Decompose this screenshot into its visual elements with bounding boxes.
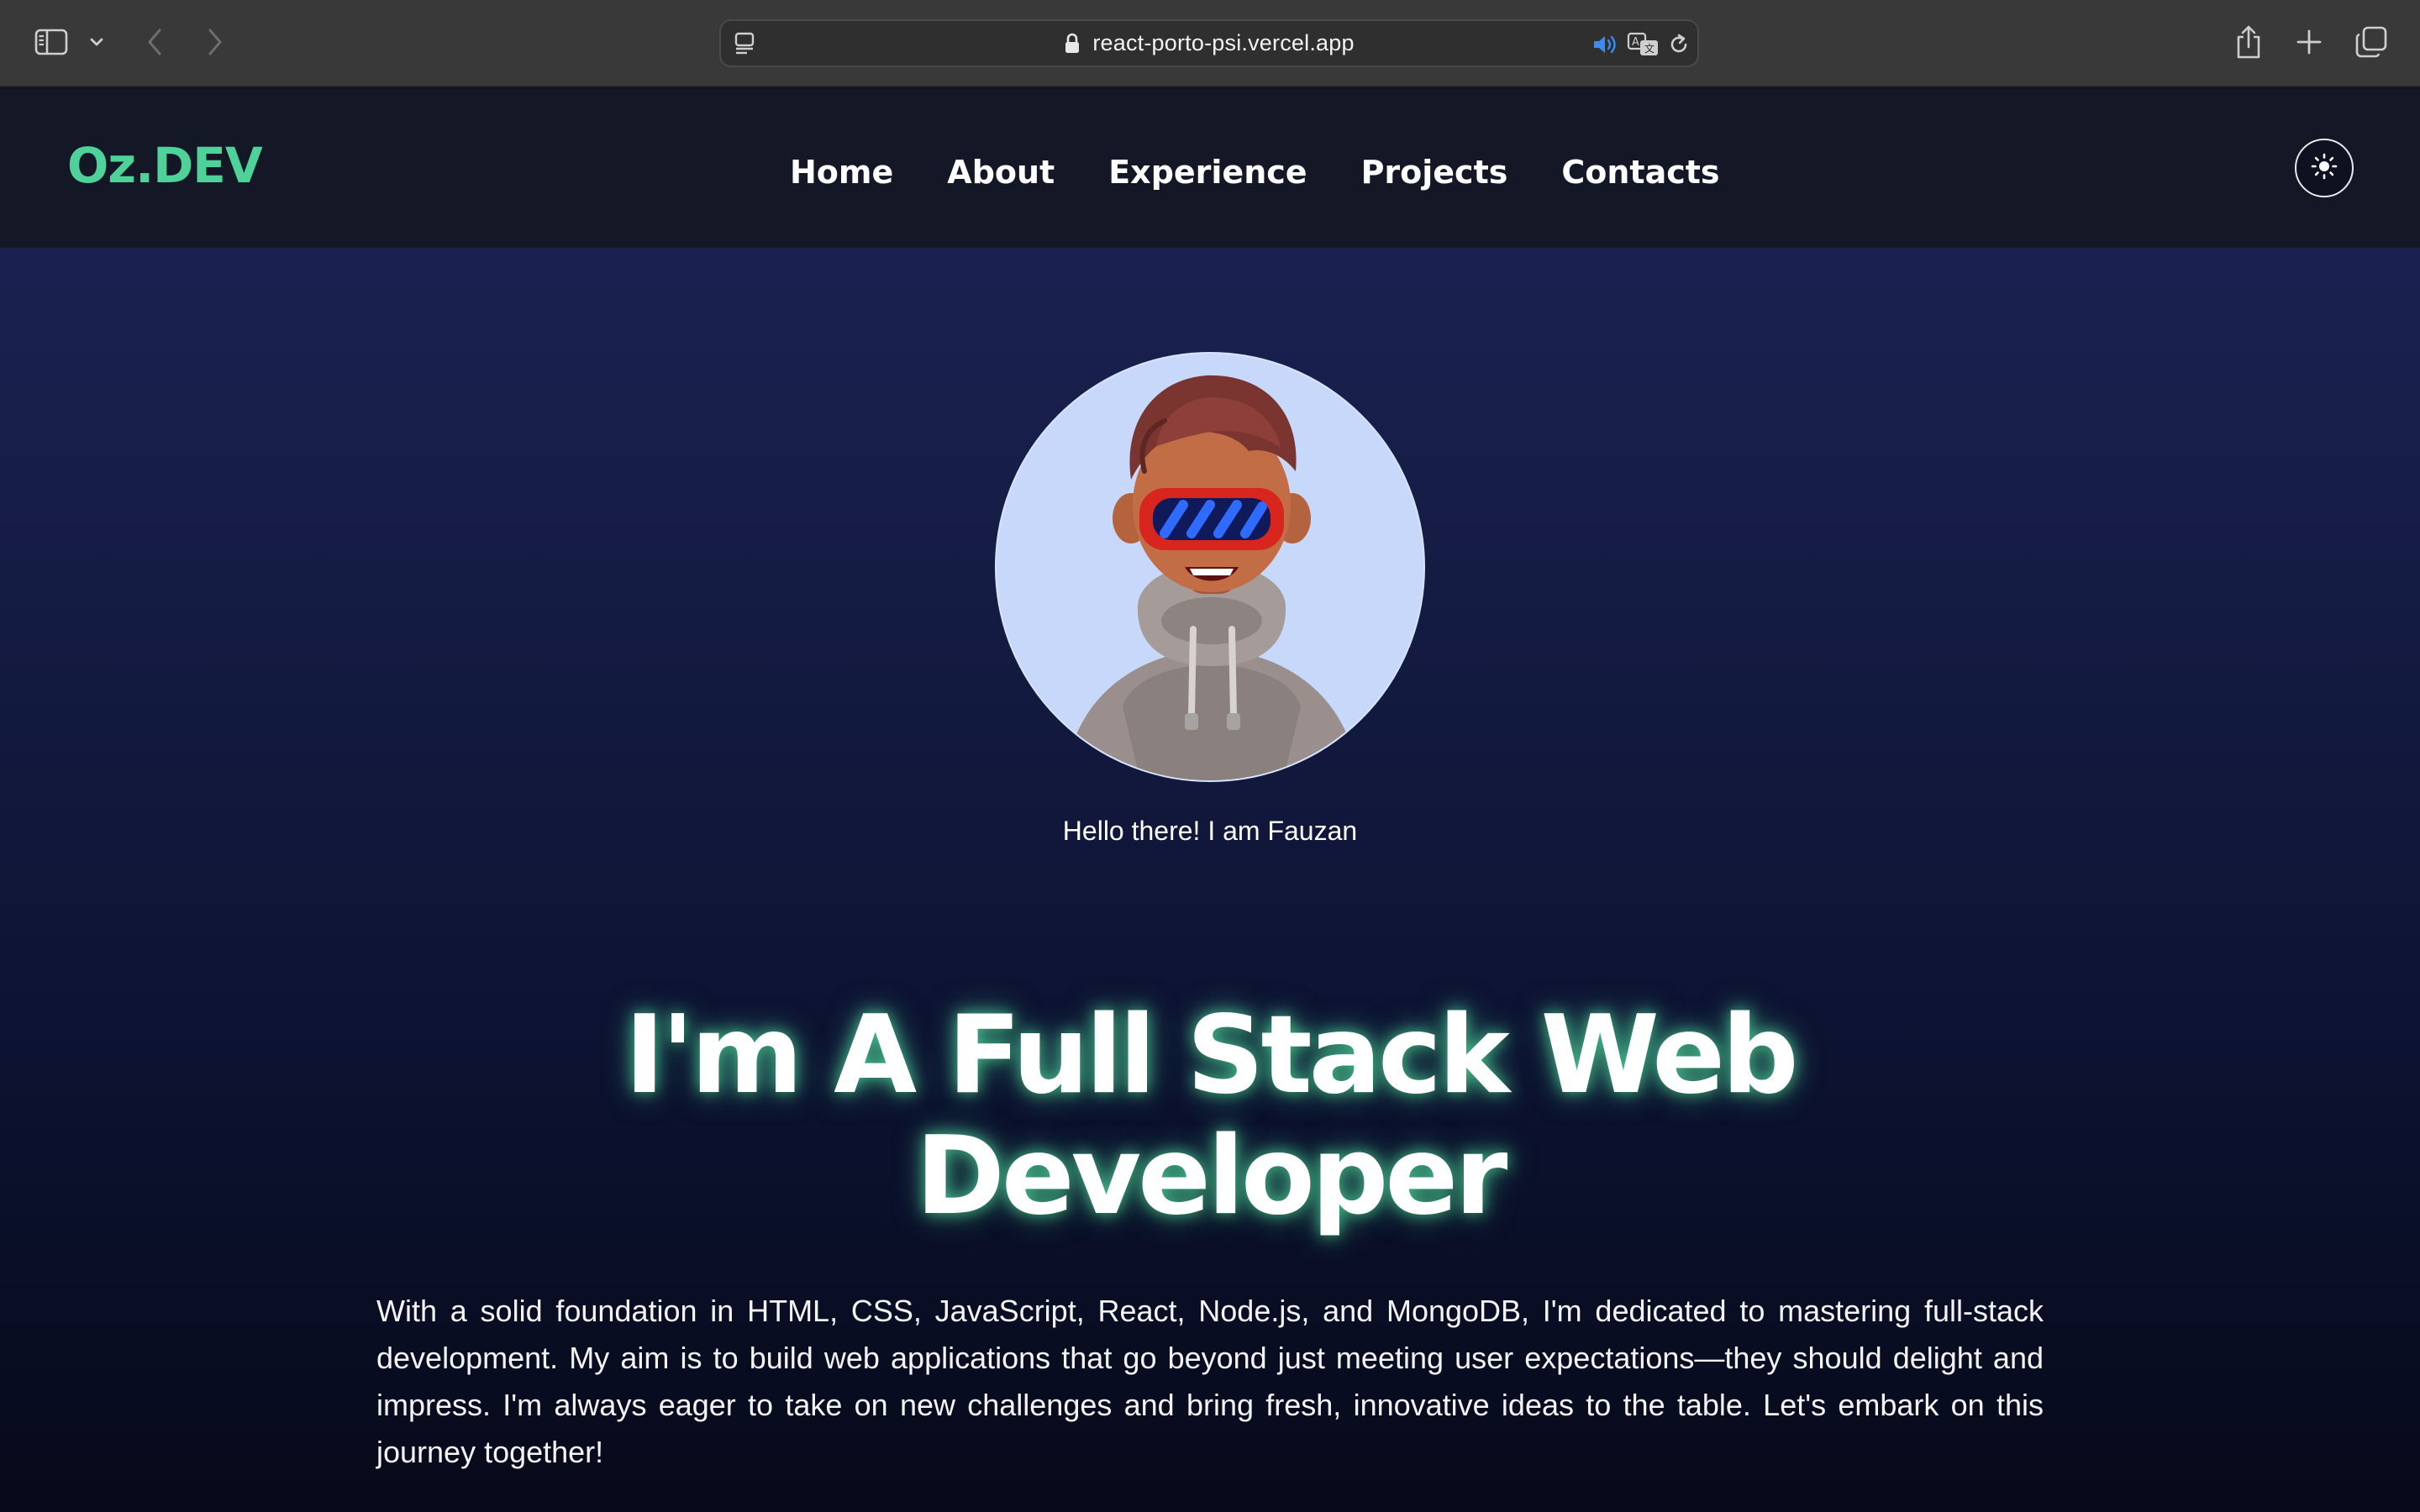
- svg-text:A: A: [1632, 36, 1639, 49]
- greeting-text: Hello there! I am Fauzan: [1062, 816, 1358, 846]
- nav-link-home[interactable]: Home: [790, 154, 893, 191]
- tabs-icon[interactable]: [2353, 24, 2390, 60]
- reload-icon[interactable]: [1667, 31, 1692, 58]
- address-bar[interactable]: react-porto-psi.vercel.app A 文: [719, 19, 1699, 67]
- nav-links: Home About Experience Projects Contacts: [790, 147, 1720, 197]
- site-navbar: Oz.DEV Home About Experience Projects Co…: [0, 88, 2420, 248]
- theme-toggle-button[interactable]: [2295, 139, 2354, 197]
- svg-text:文: 文: [1644, 42, 1655, 55]
- hero-section: Hello there! I am Fauzan I'm A Full Stac…: [0, 248, 2420, 1512]
- headline-line-2: Developer: [915, 1114, 1508, 1239]
- sun-icon: [2311, 153, 2338, 183]
- headline-line-1: I'm A Full Stack Web: [624, 993, 1798, 1118]
- chevron-right-icon[interactable]: [200, 25, 230, 59]
- avatar-illustration: [1064, 375, 1360, 780]
- intro-paragraph: With a solid foundation in HTML, CSS, Ja…: [376, 1294, 2044, 1469]
- hero-headline: I'm A Full Stack Web Developer: [0, 995, 2420, 1237]
- plus-icon[interactable]: [2292, 25, 2326, 59]
- nav-link-about[interactable]: About: [947, 154, 1055, 191]
- speaker-icon[interactable]: [1591, 31, 1620, 58]
- nav-link-projects[interactable]: Projects: [1361, 154, 1508, 191]
- chevron-down-icon[interactable]: [87, 32, 106, 52]
- nav-link-contacts[interactable]: Contacts: [1561, 154, 1719, 191]
- url-text: react-porto-psi.vercel.app: [1092, 30, 1355, 55]
- avatar: [995, 352, 1425, 782]
- nav-link-experience[interactable]: Experience: [1108, 154, 1307, 191]
- share-icon[interactable]: [2232, 22, 2265, 62]
- sidebar-icon[interactable]: [32, 25, 71, 59]
- lock-icon: [1064, 32, 1082, 55]
- brand-logo[interactable]: Oz.DEV: [67, 137, 263, 194]
- browser-toolbar: react-porto-psi.vercel.app A 文: [0, 0, 2420, 87]
- chevron-left-icon[interactable]: [139, 25, 170, 59]
- translate-icon[interactable]: A 文: [1627, 31, 1660, 58]
